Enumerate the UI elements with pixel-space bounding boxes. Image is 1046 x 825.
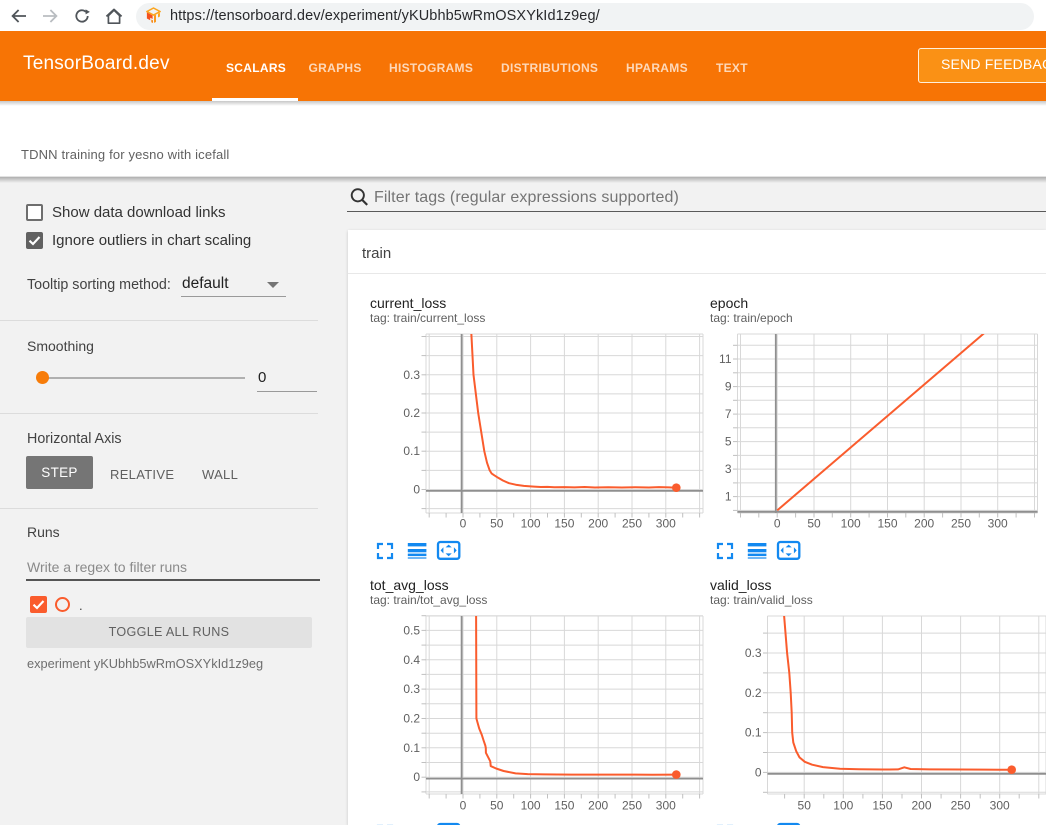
svg-text:3: 3 xyxy=(725,462,732,476)
svg-text:50: 50 xyxy=(490,517,504,531)
svg-text:200: 200 xyxy=(914,517,934,531)
svg-text:0.3: 0.3 xyxy=(403,368,420,382)
svg-text:100: 100 xyxy=(521,517,541,531)
svg-text:300: 300 xyxy=(656,517,676,531)
svg-text:0: 0 xyxy=(774,517,781,531)
svg-text:150: 150 xyxy=(554,517,574,531)
svg-text:100: 100 xyxy=(833,799,853,813)
svg-text:0: 0 xyxy=(413,770,420,784)
svg-text:200: 200 xyxy=(588,799,608,813)
svg-text:50: 50 xyxy=(490,799,504,813)
svg-text:9: 9 xyxy=(725,380,732,394)
svg-text:0: 0 xyxy=(755,765,762,779)
svg-text:300: 300 xyxy=(988,517,1008,531)
svg-text:0.2: 0.2 xyxy=(403,406,420,420)
svg-text:150: 150 xyxy=(872,799,892,813)
svg-text:0.1: 0.1 xyxy=(403,444,420,458)
svg-text:200: 200 xyxy=(588,517,608,531)
svg-text:50: 50 xyxy=(807,517,821,531)
svg-text:300: 300 xyxy=(656,799,676,813)
svg-text:0: 0 xyxy=(460,799,467,813)
svg-text:200: 200 xyxy=(911,799,931,813)
svg-text:0.5: 0.5 xyxy=(403,623,420,637)
svg-text:0.1: 0.1 xyxy=(745,726,762,740)
svg-text:250: 250 xyxy=(951,517,971,531)
svg-text:100: 100 xyxy=(521,799,541,813)
svg-text:0.3: 0.3 xyxy=(403,682,420,696)
svg-text:0: 0 xyxy=(413,483,420,497)
svg-text:250: 250 xyxy=(951,799,971,813)
svg-text:1: 1 xyxy=(725,490,732,504)
svg-text:150: 150 xyxy=(554,799,574,813)
svg-text:150: 150 xyxy=(877,517,897,531)
svg-text:100: 100 xyxy=(841,517,861,531)
svg-text:300: 300 xyxy=(990,799,1010,813)
svg-text:0.4: 0.4 xyxy=(403,653,420,667)
svg-text:0.2: 0.2 xyxy=(745,686,762,700)
svg-text:11: 11 xyxy=(719,352,732,366)
svg-text:0.3: 0.3 xyxy=(745,646,762,660)
svg-text:5: 5 xyxy=(725,435,732,449)
svg-text:0.1: 0.1 xyxy=(403,741,420,755)
svg-text:50: 50 xyxy=(798,799,812,813)
svg-text:0.2: 0.2 xyxy=(403,712,420,726)
svg-text:250: 250 xyxy=(622,799,642,813)
svg-text:7: 7 xyxy=(725,407,732,421)
svg-text:0: 0 xyxy=(460,517,467,531)
svg-text:250: 250 xyxy=(622,517,642,531)
